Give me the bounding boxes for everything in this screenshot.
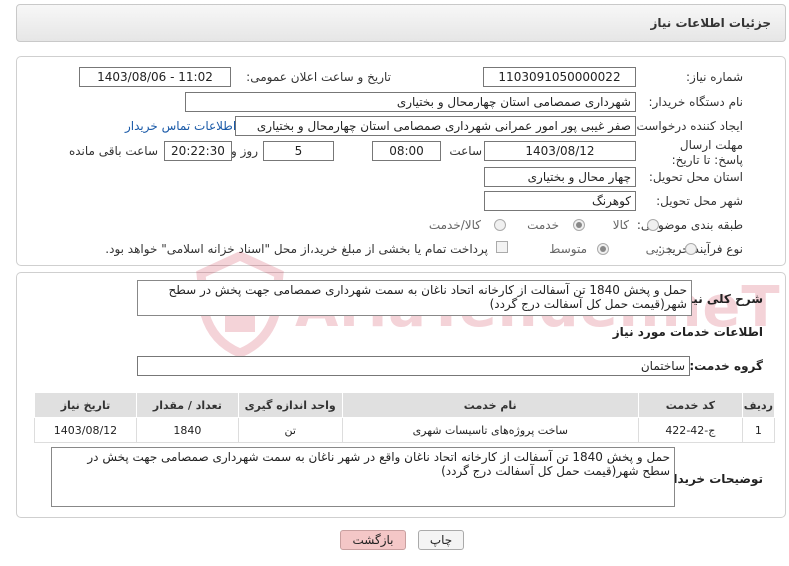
deadline-time-label: ساعت (449, 144, 482, 158)
back-button[interactable]: بازگشت (340, 530, 406, 550)
category-radio-goods[interactable] (647, 219, 659, 231)
category-option-goods-service: کالا/خدمت (428, 218, 481, 232)
services-section-title: اطلاعات خدمات مورد نیاز (612, 325, 763, 339)
table-row: 1 ج-42-422 ساخت پروژه‌های تاسیسات شهری ت… (34, 417, 776, 443)
summary-textarea: حمل و پخش 1840 تن آسفالت از کارخانه اتحا… (137, 280, 692, 316)
page-title: جزئیات اطلاعات نیاز (650, 16, 771, 30)
deadline-time-field: 08:00 (372, 141, 441, 161)
buyer-notes-label: توضیحات خریدار: (661, 472, 763, 486)
col-need-date: تاریخ نیاز (34, 392, 137, 418)
buyer-field: شهرداری صمصامی استان چهارمحال و بختیاری (185, 92, 636, 112)
page-header: جزئیات اطلاعات نیاز (16, 4, 786, 42)
category-option-goods: کالا (612, 218, 629, 232)
col-unit: واحد اندازه گیری (237, 392, 343, 418)
cell-row-number: 1 (741, 417, 776, 443)
deadline-date-field: 1403/08/12 (484, 141, 636, 161)
cell-service-code: ج-42-422 (637, 417, 743, 443)
province-label: استان محل تحویل: (648, 170, 743, 184)
col-quantity: تعداد / مقدار (135, 392, 239, 418)
col-row-number: ردیف (741, 392, 776, 418)
announce-field: 1403/08/06 - 11:02 (79, 67, 231, 87)
city-label: شهر محل تحویل: (656, 194, 743, 208)
need-number-field: 1103091050000022 (483, 67, 636, 87)
remaining-time-field: 20:22:30 (164, 141, 232, 161)
cell-service-name: ساخت پروژه‌های تاسیسات شهری (341, 417, 639, 443)
services-table-header: ردیف کد خدمت نام خدمت واحد اندازه گیری ت… (34, 392, 776, 418)
category-radio-goods-service[interactable] (494, 219, 506, 231)
col-service-name: نام خدمت (341, 392, 639, 418)
treasury-payment-checkbox[interactable] (496, 241, 508, 253)
process-radio-minor[interactable] (685, 243, 697, 255)
city-field: کوهرنگ (484, 191, 636, 211)
creator-field: صفر غیبی پور امور عمرانی شهرداری صمصامی … (235, 116, 636, 136)
deadline-label: مهلت ارسال پاسخ: تا تاریخ: (671, 138, 743, 167)
announce-label: تاریخ و ساعت اعلان عمومی: (246, 70, 391, 84)
cell-unit: تن (237, 417, 343, 443)
payment-note: پرداخت تمام یا بخشی از مبلغ خرید،از محل … (105, 242, 488, 256)
creator-label: ایجاد کننده درخواست: (632, 119, 743, 133)
province-field: چهار محال و بختیاری (484, 167, 636, 187)
buyer-notes-textarea: حمل و پخش 1840 تن آسفالت از کارخانه اتحا… (51, 447, 675, 507)
category-radio-service[interactable] (573, 219, 585, 231)
days-label: روز و (231, 144, 258, 158)
cell-quantity: 1840 (135, 417, 239, 443)
col-service-code: کد خدمت (637, 392, 743, 418)
process-radio-medium[interactable] (597, 243, 609, 255)
process-option-medium: متوسط (549, 242, 587, 256)
remaining-time-label: ساعت باقی مانده (68, 144, 158, 158)
buyer-label: نام دستگاه خریدار: (648, 95, 744, 109)
buyer-contact-link[interactable]: اطلاعات تماس خریدار (125, 119, 236, 133)
service-group-field: ساختمان (137, 356, 690, 376)
days-remaining-field: 5 (263, 141, 334, 161)
process-option-minor: جزیی (645, 242, 673, 256)
cell-need-date: 1403/08/12 (34, 417, 137, 443)
category-option-service: خدمت (527, 218, 559, 232)
services-table: ردیف کد خدمت نام خدمت واحد اندازه گیری ت… (34, 392, 776, 443)
need-number-label: شماره نیاز: (686, 70, 743, 84)
service-group-label: گروه خدمت: (689, 359, 763, 373)
print-button[interactable]: چاپ (418, 530, 464, 550)
